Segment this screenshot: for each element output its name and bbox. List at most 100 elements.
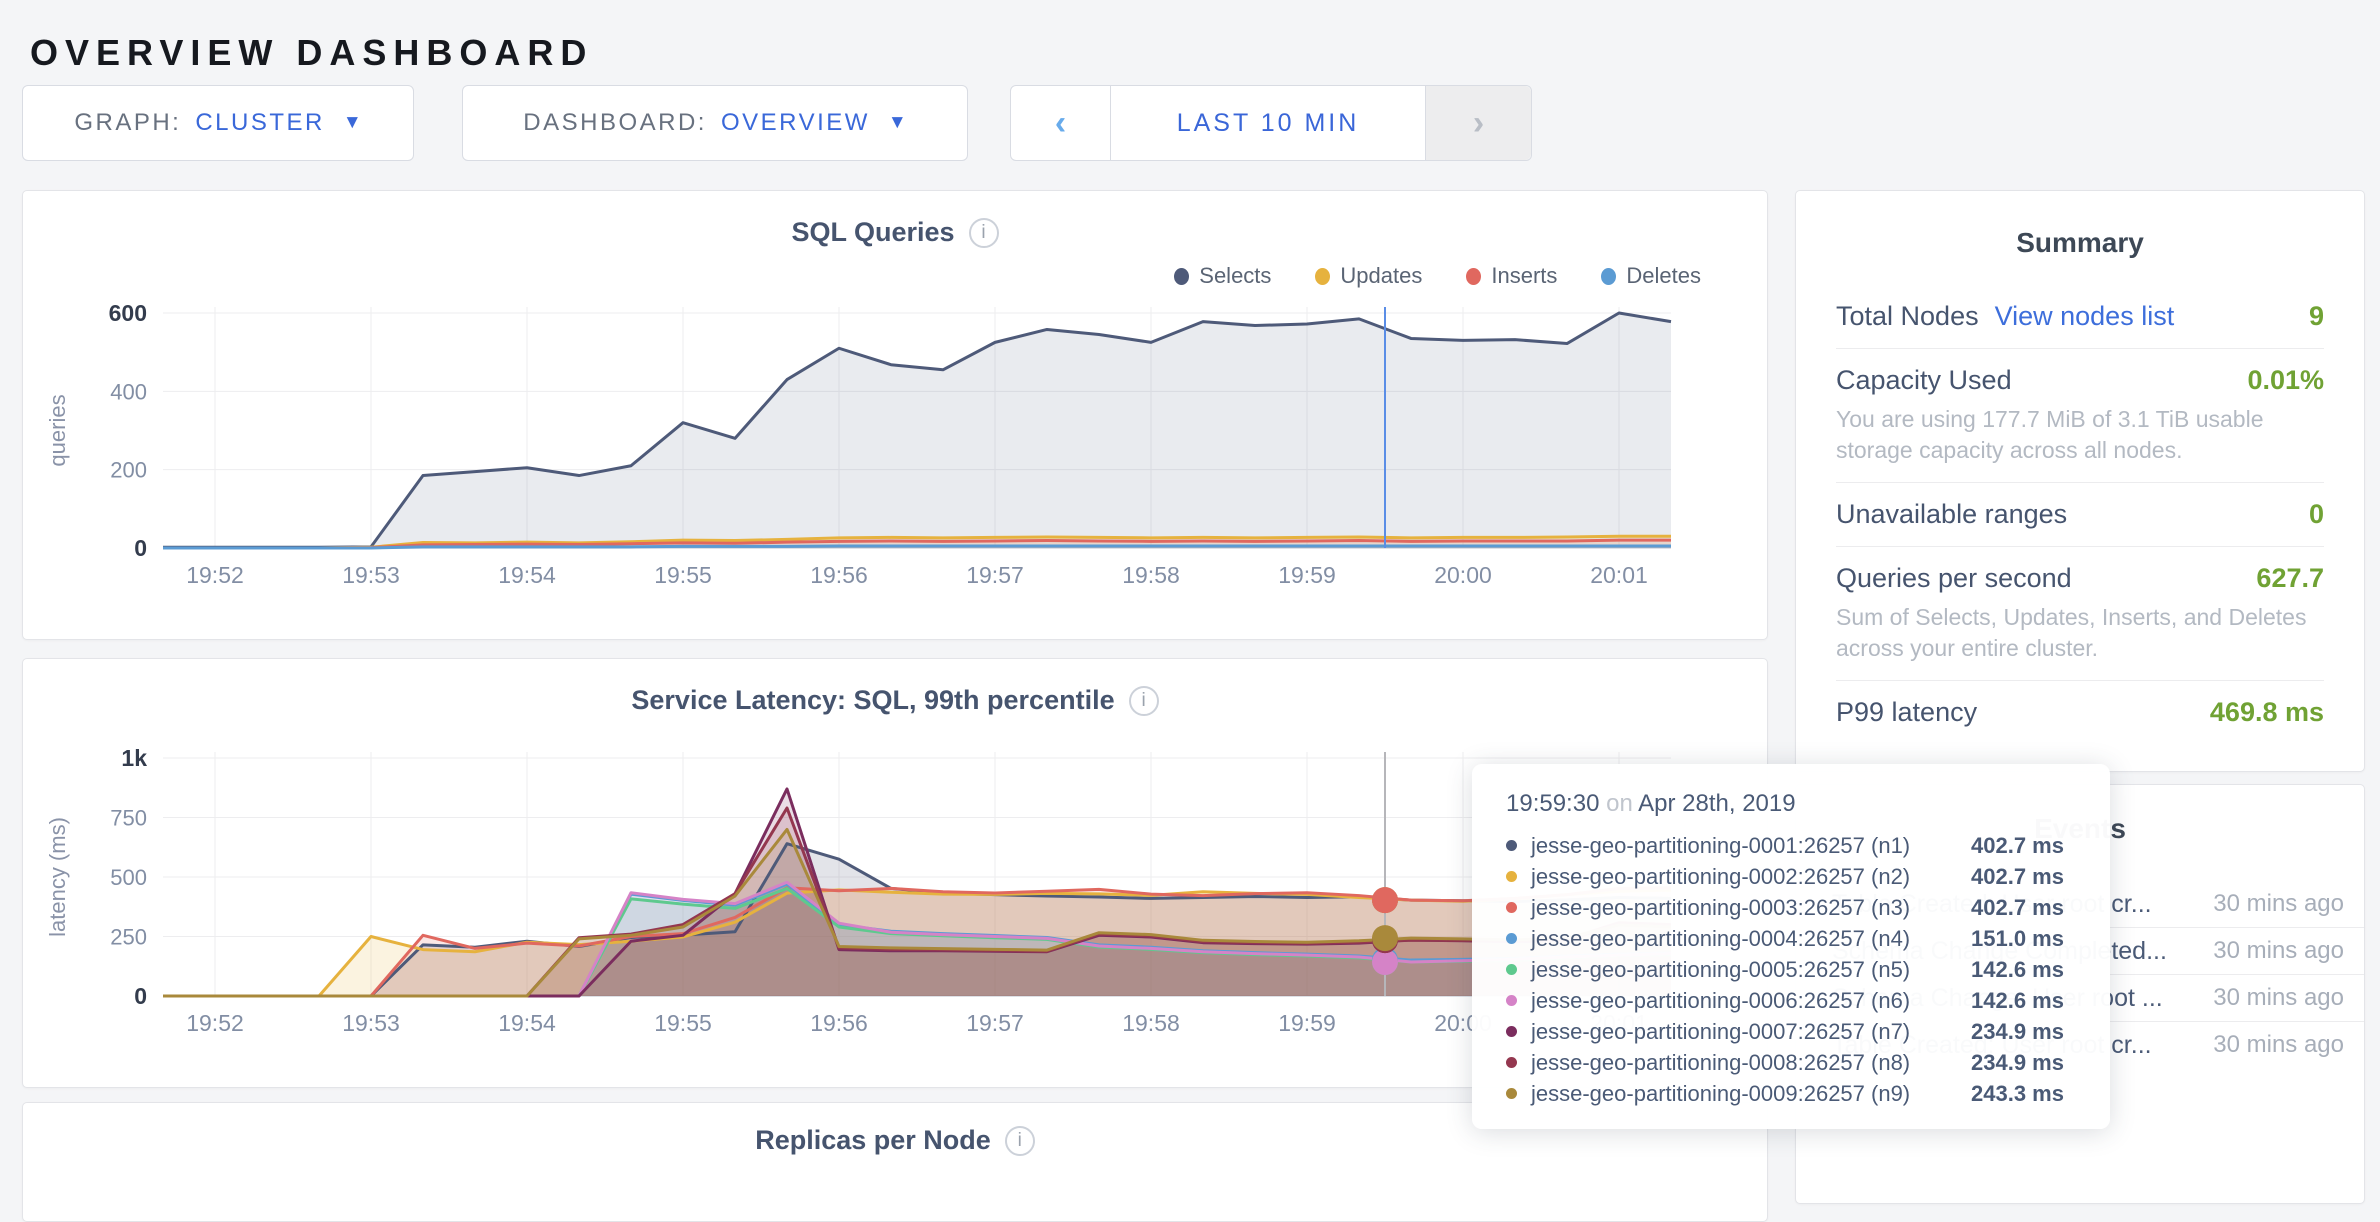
- summary-row-p99-latency: P99 latency 469.8 ms: [1836, 681, 2324, 744]
- tooltip-row: jesse-geo-partitioning-0001:26257 (n1)40…: [1506, 830, 2076, 861]
- tooltip-node-name: jesse-geo-partitioning-0006:26257 (n6): [1531, 988, 1971, 1014]
- chevron-left-icon: ‹: [1055, 104, 1066, 143]
- summary-title: Summary: [1796, 227, 2364, 259]
- graph-dropdown-value: CLUSTER: [195, 109, 325, 137]
- legend-label: Deletes: [1626, 263, 1701, 289]
- chevron-down-icon: ▼: [888, 112, 907, 134]
- tooltip-timestamp: 19:59:30 on Apr 28th, 2019: [1506, 790, 2076, 818]
- svg-text:19:58: 19:58: [1122, 1010, 1180, 1036]
- tooltip-node-value: 402.7 ms: [1971, 864, 2064, 890]
- svg-text:250: 250: [110, 925, 147, 950]
- chart-title-text: SQL Queries: [791, 217, 954, 248]
- svg-text:500: 500: [110, 865, 147, 890]
- svg-text:750: 750: [110, 806, 147, 831]
- tooltip-row: jesse-geo-partitioning-0009:26257 (n9)24…: [1506, 1078, 2076, 1109]
- legend-item-inserts[interactable]: Inserts: [1466, 263, 1557, 289]
- info-icon[interactable]: i: [969, 218, 999, 248]
- legend-dot-icon: [1315, 268, 1330, 285]
- timespan-next-button[interactable]: ›: [1425, 86, 1531, 160]
- tooltip-date: Apr 28th, 2019: [1638, 790, 1795, 817]
- legend-label: Selects: [1199, 263, 1271, 289]
- chevron-right-icon: ›: [1473, 104, 1484, 143]
- svg-text:1k: 1k: [121, 745, 147, 771]
- info-icon[interactable]: i: [1129, 686, 1159, 716]
- event-time: 30 mins ago: [2174, 936, 2344, 966]
- tooltip-node-value: 234.9 ms: [1971, 1019, 2064, 1045]
- dashboard-dropdown-label: DASHBOARD:: [523, 109, 707, 137]
- service-latency-chart[interactable]: 02505007501k19:5219:5319:5419:5519:5619:…: [31, 741, 1691, 1046]
- tooltip-row: jesse-geo-partitioning-0004:26257 (n4)15…: [1506, 923, 2076, 954]
- tooltip-node-name: jesse-geo-partitioning-0008:26257 (n8): [1531, 1050, 1971, 1076]
- svg-text:20:00: 20:00: [1434, 562, 1492, 588]
- legend-dot-icon: [1601, 268, 1616, 285]
- tooltip-node-value: 243.3 ms: [1971, 1081, 2064, 1107]
- summary-row-queries-per-second: Queries per second 627.7 Sum of Selects,…: [1836, 547, 2324, 681]
- timespan-label[interactable]: LAST 10 MIN: [1111, 109, 1425, 138]
- summary-row-label: Queries per second: [1836, 563, 2072, 594]
- chart-title-text: Service Latency: SQL, 99th percentile: [631, 685, 1114, 716]
- summary-row-value: 0.01%: [2247, 365, 2324, 396]
- legend-item-updates[interactable]: Updates: [1315, 263, 1422, 289]
- summary-row-label: Unavailable ranges: [1836, 499, 2067, 530]
- timespan-selector: ‹ LAST 10 MIN ›: [1010, 85, 1532, 161]
- view-nodes-list-link[interactable]: View nodes list: [1995, 301, 2175, 332]
- chart-hover-tooltip: 19:59:30 on Apr 28th, 2019 jesse-geo-par…: [1472, 764, 2110, 1129]
- summary-row-value: 0: [2309, 499, 2324, 530]
- sql-chart-legend: Selects Updates Inserts Deletes: [1174, 263, 1701, 289]
- series-dot-icon: [1506, 933, 1517, 944]
- svg-text:19:56: 19:56: [810, 562, 868, 588]
- tooltip-node-name: jesse-geo-partitioning-0002:26257 (n2): [1531, 864, 1971, 890]
- chart-title-text: Replicas per Node: [755, 1125, 991, 1156]
- series-dot-icon: [1506, 995, 1517, 1006]
- series-dot-icon: [1506, 840, 1517, 851]
- legend-item-deletes[interactable]: Deletes: [1601, 263, 1701, 289]
- dashboard-dropdown[interactable]: DASHBOARD: OVERVIEW ▼: [462, 85, 968, 161]
- series-dot-icon: [1506, 1026, 1517, 1037]
- summary-row-total-nodes: Total Nodes View nodes list 9: [1836, 285, 2324, 349]
- svg-text:600: 600: [109, 300, 147, 326]
- tooltip-row: jesse-geo-partitioning-0002:26257 (n2)40…: [1506, 861, 2076, 892]
- svg-text:400: 400: [110, 379, 147, 404]
- legend-item-selects[interactable]: Selects: [1174, 263, 1271, 289]
- svg-text:19:57: 19:57: [966, 1010, 1024, 1036]
- summary-row-label: Total Nodes: [1836, 301, 1979, 332]
- tooltip-row: jesse-geo-partitioning-0006:26257 (n6)14…: [1506, 985, 2076, 1016]
- info-icon[interactable]: i: [1005, 1126, 1035, 1156]
- svg-text:19:59: 19:59: [1278, 562, 1336, 588]
- tooltip-node-name: jesse-geo-partitioning-0009:26257 (n9): [1531, 1081, 1971, 1107]
- svg-text:queries: queries: [45, 394, 70, 466]
- page-title: OVERVIEW DASHBOARD: [30, 32, 593, 74]
- summary-row-value: 9: [2309, 301, 2324, 332]
- tooltip-node-value: 402.7 ms: [1971, 833, 2064, 859]
- summary-row-description: You are using 177.7 MiB of 3.1 TiB usabl…: [1836, 404, 2324, 466]
- svg-text:200: 200: [110, 458, 147, 483]
- tooltip-node-name: jesse-geo-partitioning-0005:26257 (n5): [1531, 957, 1971, 983]
- timespan-prev-button[interactable]: ‹: [1011, 86, 1111, 160]
- series-dot-icon: [1506, 1057, 1517, 1068]
- dashboard-dropdown-value: OVERVIEW: [721, 109, 870, 137]
- event-time: 30 mins ago: [2174, 983, 2344, 1013]
- tooltip-node-value: 142.6 ms: [1971, 957, 2064, 983]
- svg-text:20:01: 20:01: [1590, 562, 1648, 588]
- tooltip-node-name: jesse-geo-partitioning-0001:26257 (n1): [1531, 833, 1971, 859]
- summary-row-value: 627.7: [2256, 563, 2324, 594]
- svg-text:0: 0: [134, 983, 147, 1009]
- legend-label: Updates: [1340, 263, 1422, 289]
- tooltip-row: jesse-geo-partitioning-0007:26257 (n7)23…: [1506, 1016, 2076, 1047]
- svg-text:latency (ms): latency (ms): [45, 817, 70, 937]
- summary-panel: Summary Total Nodes View nodes list 9 Ca…: [1795, 190, 2365, 772]
- svg-text:19:54: 19:54: [498, 562, 556, 588]
- tooltip-row: jesse-geo-partitioning-0008:26257 (n8)23…: [1506, 1047, 2076, 1078]
- summary-row-label: Capacity Used: [1836, 365, 2012, 396]
- svg-text:19:55: 19:55: [654, 562, 712, 588]
- sql-queries-card: SQL Queries i Selects Updates Inserts Delet…: [22, 190, 1768, 640]
- tooltip-node-name: jesse-geo-partitioning-0007:26257 (n7): [1531, 1019, 1971, 1045]
- summary-row-label: P99 latency: [1836, 697, 1977, 728]
- legend-label: Inserts: [1491, 263, 1557, 289]
- series-dot-icon: [1506, 964, 1517, 975]
- svg-text:19:55: 19:55: [654, 1010, 712, 1036]
- replicas-per-node-title: Replicas per Node i: [23, 1125, 1767, 1156]
- chevron-down-icon: ▼: [343, 112, 362, 134]
- graph-dropdown[interactable]: GRAPH: CLUSTER ▼: [22, 85, 414, 161]
- sql-queries-chart[interactable]: 020040060019:5219:5319:5419:5519:5619:57…: [31, 291, 1691, 596]
